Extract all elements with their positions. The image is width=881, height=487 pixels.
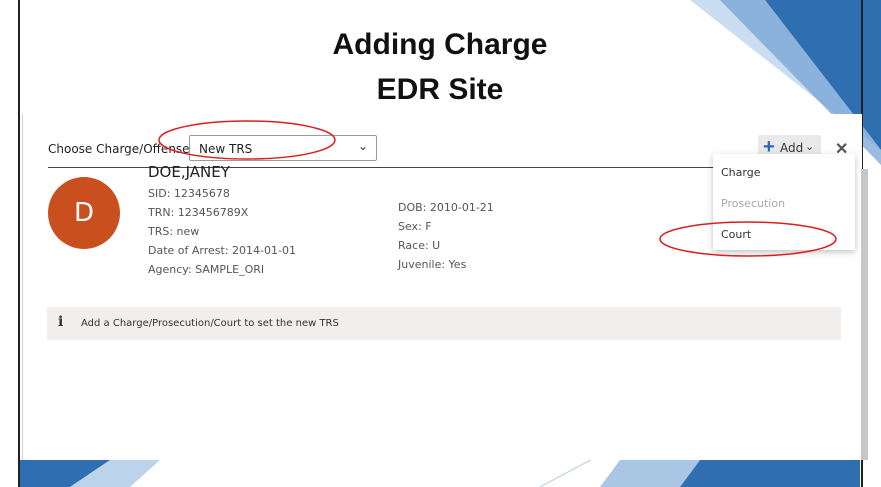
person-dob: DOB: 2010-01-21 [398,201,494,214]
menu-item-prosecution: Prosecution [721,197,786,210]
person-sex: Sex: F [398,220,432,233]
avatar: D [48,177,120,249]
person-trs: TRS: new [148,225,200,238]
person-juvenile: Juvenile: Yes [398,258,467,271]
slide-title-line1: Adding Charge [332,28,548,61]
menu-item-charge[interactable]: Charge [721,166,760,179]
select-value: New TRS [199,142,253,156]
info-banner: i Add a Charge/Prosecution/Court to set … [47,307,841,340]
person-details-left: SID: 12345678 TRN: 123456789X TRS: new D… [148,184,296,279]
add-button-label: Add [780,141,804,155]
person-arrest-date: Date of Arrest: 2014-01-01 [148,244,296,257]
person-agency: Agency: SAMPLE_ORI [148,263,265,276]
add-dropdown-menu: Charge Prosecution Court [713,154,855,250]
charge-offense-select[interactable]: New TRS ⌄ [189,135,377,161]
chevron-down-icon: ⌄ [357,139,368,153]
chevron-down-icon: ⌄ [805,141,815,153]
slide-title-line2: EDR Site [376,73,504,106]
person-name: DOE,JANEY [148,163,230,181]
person-trn: TRN: 123456789X [148,206,249,219]
person-details-right: DOB: 2010-01-21 Sex: F Race: U Juvenile:… [398,198,494,274]
info-icon: i [58,314,64,330]
info-banner-text: Add a Charge/Prosecution/Court to set th… [81,318,339,329]
slide: Adding Charge EDR Site Choose Charge/Off… [0,0,881,487]
person-sid: SID: 12345678 [148,187,230,200]
choose-charge-label: Choose Charge/Offense: [48,142,194,156]
menu-item-court[interactable]: Court [721,228,751,241]
person-race: Race: U [398,239,441,252]
scrollbar[interactable] [861,169,868,460]
